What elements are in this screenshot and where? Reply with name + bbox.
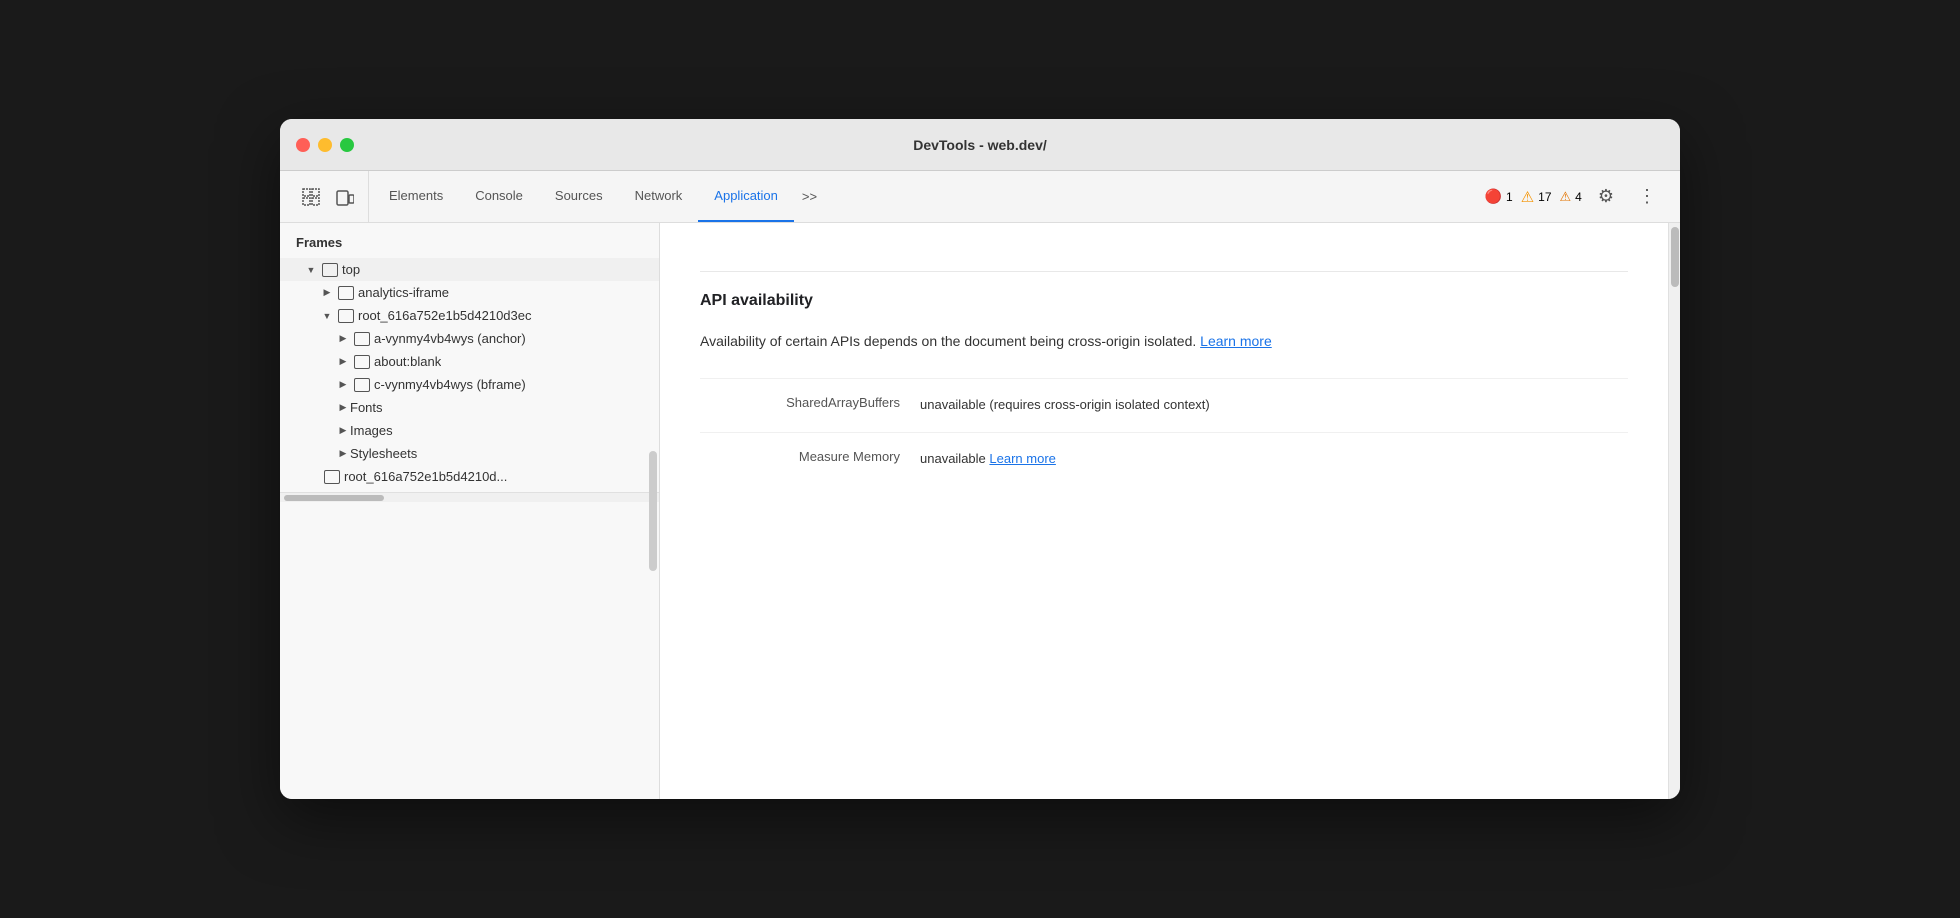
label-root: root_616a752e1b5d4210d3ec xyxy=(358,308,532,323)
frame-icon-about-blank xyxy=(354,355,370,369)
label-a-vynmy: a-vynmy4vb4wys (anchor) xyxy=(374,331,526,346)
window-controls xyxy=(296,138,354,152)
sidebar-item-top[interactable]: top xyxy=(280,258,659,281)
sidebar-item-fonts[interactable]: Fonts xyxy=(280,396,659,419)
arrow-c-vynmy xyxy=(336,378,350,392)
label-fonts: Fonts xyxy=(350,400,383,415)
arrow-stylesheets xyxy=(336,447,350,461)
top-divider xyxy=(700,271,1628,272)
sidebar-item-analytics-iframe[interactable]: analytics-iframe xyxy=(280,281,659,304)
warning-badge[interactable]: ⚠ 17 xyxy=(1521,188,1552,206)
sidebar-item-about-blank[interactable]: about:blank xyxy=(280,350,659,373)
api-value-shared: unavailable (requires cross-origin isola… xyxy=(920,395,1628,416)
label-analytics-iframe: analytics-iframe xyxy=(358,285,449,300)
api-row-measure-memory: Measure Memory unavailable Learn more xyxy=(700,432,1628,486)
sidebar-item-root[interactable]: root_616a752e1b5d4210d3ec xyxy=(280,304,659,327)
frame-icon-root-bottom xyxy=(324,470,340,484)
tab-network[interactable]: Network xyxy=(619,171,699,222)
title-bar: DevTools - web.dev/ xyxy=(280,119,1680,171)
arrow-about-blank xyxy=(336,355,350,369)
tab-icons xyxy=(288,171,369,222)
frame-icon-top xyxy=(322,263,338,277)
window-title: DevTools - web.dev/ xyxy=(913,137,1047,153)
devtools-window: DevTools - web.dev/ Elements xyxy=(280,119,1680,799)
frame-icon-analytics xyxy=(338,286,354,300)
api-label-measure: Measure Memory xyxy=(700,449,920,464)
main-panel: API availability Availability of certain… xyxy=(660,223,1668,799)
arrow-analytics-iframe xyxy=(320,286,334,300)
sidebar-item-images[interactable]: Images xyxy=(280,419,659,442)
sidebar-vertical-scrollbar[interactable] xyxy=(649,451,657,571)
arrow-top xyxy=(304,263,318,277)
sidebar-scrollbar-thumb[interactable] xyxy=(284,495,384,501)
api-title: API availability xyxy=(700,292,1628,310)
learn-more-link-top[interactable]: Learn more xyxy=(1200,333,1272,349)
arrow-fonts xyxy=(336,401,350,415)
label-images: Images xyxy=(350,423,393,438)
arrow-a-vynmy xyxy=(336,332,350,346)
label-stylesheets: Stylesheets xyxy=(350,446,417,461)
arrow-images xyxy=(336,424,350,438)
api-label-shared: SharedArrayBuffers xyxy=(700,395,920,410)
sidebar: Frames top analytics-iframe root_616a752… xyxy=(280,223,660,799)
api-table: SharedArrayBuffers unavailable (requires… xyxy=(700,378,1628,486)
warning-icon: ⚠ xyxy=(1521,188,1534,206)
label-root-bottom: root_616a752e1b5d4210d... xyxy=(344,469,507,484)
tab-bar-right: 🔴 1 ⚠ 17 ⚠ 4 ⚙ ⋮ xyxy=(1477,171,1672,222)
api-row-sharedarraybuffers: SharedArrayBuffers unavailable (requires… xyxy=(700,378,1628,432)
info-icon: ⚠ xyxy=(1560,189,1572,205)
error-badge[interactable]: 🔴 1 xyxy=(1485,188,1513,205)
label-top: top xyxy=(342,262,360,277)
select-mode-icon[interactable] xyxy=(298,184,324,210)
error-icon: 🔴 xyxy=(1485,188,1502,205)
frame-icon-c-vynmy xyxy=(354,378,370,392)
tab-more-button[interactable]: >> xyxy=(794,171,825,222)
device-toolbar-icon[interactable] xyxy=(332,184,358,210)
scrollbar-thumb[interactable] xyxy=(1671,227,1679,287)
settings-button[interactable]: ⚙ xyxy=(1590,182,1622,211)
tab-application[interactable]: Application xyxy=(698,171,794,222)
minimize-button[interactable] xyxy=(318,138,332,152)
sidebar-item-c-vynmy[interactable]: c-vynmy4vb4wys (bframe) xyxy=(280,373,659,396)
api-description: Availability of certain APIs depends on … xyxy=(700,330,1628,354)
arrow-root xyxy=(320,309,334,323)
frame-icon-root xyxy=(338,309,354,323)
tab-console[interactable]: Console xyxy=(459,171,539,222)
main-panel-scrollbar[interactable] xyxy=(1668,223,1680,799)
close-button[interactable] xyxy=(296,138,310,152)
learn-more-link-measure[interactable]: Learn more xyxy=(989,451,1055,466)
label-about-blank: about:blank xyxy=(374,354,441,369)
info-badge[interactable]: ⚠ 4 xyxy=(1560,189,1582,205)
sidebar-bottom-scrollbar xyxy=(280,492,659,502)
label-c-vynmy: c-vynmy4vb4wys (bframe) xyxy=(374,377,526,392)
tab-bar: Elements Console Sources Network Applica… xyxy=(280,171,1680,223)
sidebar-item-a-vynmy[interactable]: a-vynmy4vb4wys (anchor) xyxy=(280,327,659,350)
more-menu-button[interactable]: ⋮ xyxy=(1630,182,1664,211)
sidebar-section-title: Frames xyxy=(280,223,659,258)
api-value-measure: unavailable Learn more xyxy=(920,449,1628,470)
maximize-button[interactable] xyxy=(340,138,354,152)
frame-icon-a-vynmy xyxy=(354,332,370,346)
sidebar-item-root-bottom[interactable]: root_616a752e1b5d4210d... xyxy=(280,465,659,488)
main-content: Frames top analytics-iframe root_616a752… xyxy=(280,223,1680,799)
tab-elements[interactable]: Elements xyxy=(373,171,459,222)
tab-sources[interactable]: Sources xyxy=(539,171,619,222)
sidebar-item-stylesheets[interactable]: Stylesheets xyxy=(280,442,659,465)
